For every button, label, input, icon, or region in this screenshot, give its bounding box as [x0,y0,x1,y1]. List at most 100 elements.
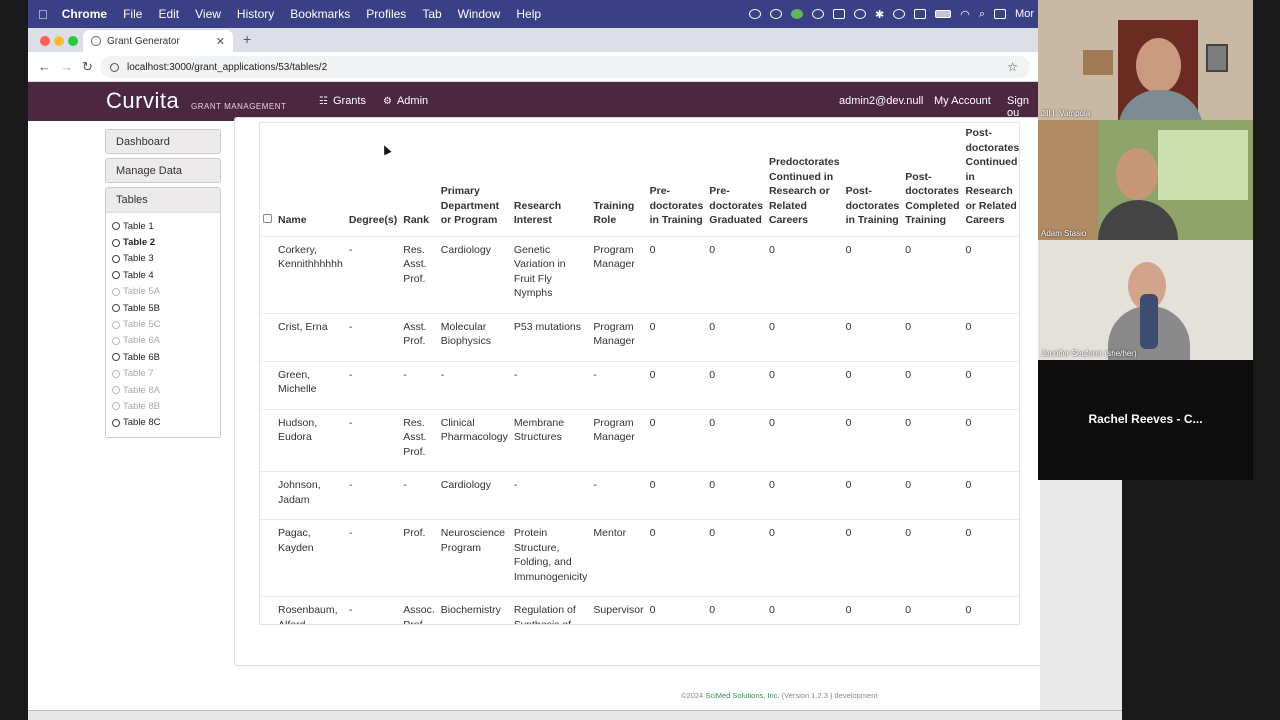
status-globe-icon[interactable] [812,9,825,19]
sidebar-table-item[interactable]: Table 3 [112,251,214,267]
sidebar-manage-data[interactable]: Manage Data [105,158,221,183]
browser-toolbar: ← → ↻ localhost:3000/grant_applications/… [28,52,1040,82]
table-cell: 0 [765,360,843,409]
nav-admin[interactable]: ⚙ Admin [383,95,428,107]
select-all-checkbox[interactable] [263,214,272,223]
table-cell: Molecular Biophysics [437,312,511,361]
reload-icon[interactable]: ↻ [82,59,93,75]
table-cell: - [400,471,438,520]
control-center-icon[interactable] [994,9,1007,19]
sidebar-table-item[interactable]: Table 4 [112,267,214,283]
table-cell: Crist, Erna [275,312,346,361]
user-icon[interactable] [893,9,906,19]
footer-company-link[interactable]: SciMed Solutions, Inc. [705,691,779,700]
sign-out-link[interactable]: Sign ou [1007,95,1040,119]
menu-app-name[interactable]: Chrome [62,7,107,21]
table-cell: 0 [902,596,963,624]
table-row[interactable]: Pagac, Kayden - Prof. Neuroscience Program P… [260,519,1019,597]
table-cell: Biochemistry [437,596,511,624]
menu-history[interactable]: History [237,7,274,21]
user-email-link[interactable]: admin2@dev.null [839,95,923,107]
column-header[interactable]: Primary Department or Program [438,123,511,236]
column-header[interactable]: Post-doctorates in Training [843,123,903,236]
video-tile-1: Jill I. Vampola [1038,0,1253,120]
table-cell: 0 [765,312,843,361]
table-cell: 0 [646,471,707,520]
table-row[interactable]: Crist, Erna - Asst. Prof. Molecular Biophys… [260,312,1019,361]
new-tab-icon[interactable]: + [243,31,251,47]
close-tab-icon[interactable]: ✕ [216,35,225,48]
forward-icon[interactable]: → [60,59,73,74]
column-header[interactable]: Pre-doctorates in Training [647,123,707,236]
display-icon[interactable] [914,9,927,19]
status-cursor-icon[interactable] [833,9,846,19]
menu-view[interactable]: View [195,7,221,21]
table-cell: Johnson, Jadam [275,471,346,520]
table-row[interactable]: Green, Michelle - - - - -0 0 0 0 0 0 [260,360,1019,409]
moon-icon[interactable] [854,9,867,19]
bookmark-star-icon[interactable]: ☆ [1007,60,1018,74]
footer-copyright: ©2024 [681,691,704,700]
sidebar-tables-header[interactable]: Tables [106,188,220,213]
sidebar-table-item[interactable]: Table 8C [112,415,214,431]
maximize-window-icon[interactable] [68,36,78,46]
table-row[interactable]: Rosenbaum, Alford - Assoc. Prof. Biochemist… [260,596,1019,624]
menu-file[interactable]: File [123,7,142,21]
battery-icon[interactable] [935,10,952,18]
site-info-icon[interactable] [110,62,119,72]
menu-tab[interactable]: Tab [422,7,441,21]
column-header[interactable]: Training Role [590,123,646,236]
sidebar-table-item[interactable]: Table 1 [112,218,214,234]
menu-help[interactable]: Help [516,7,541,21]
table-scroll-container[interactable]: Name Degree(s) Rank Primary Department or P… [259,122,1020,625]
wifi-icon[interactable]: ◠ [960,8,970,21]
sidebar-table-item[interactable]: Table 6B [112,349,214,365]
sidebar-table-label: Table 3 [123,253,154,265]
curvita-logo[interactable]: Curvita [106,88,179,114]
dock-edge [28,710,1122,720]
menu-bookmarks[interactable]: Bookmarks [290,7,350,21]
menu-window[interactable]: Window [458,7,501,21]
column-header[interactable]: Pre-doctorates Graduated [706,123,766,236]
list-icon: ☷ [319,95,328,107]
menu-profiles[interactable]: Profiles [366,7,406,21]
table-cell: 0 [902,360,963,409]
column-header[interactable]: Research Interest [511,123,591,236]
column-header[interactable]: Post-doctorates Completed Training [902,123,962,236]
status-app-icon[interactable] [770,9,783,19]
sidebar-table-label: Table 8C [123,417,161,429]
select-all-cell [260,123,275,236]
sidebar-table-item[interactable]: Table 2 [112,234,214,250]
sidebar-table-label: Table 6A [123,335,160,347]
address-bar[interactable]: localhost:3000/grant_applications/53/tab… [100,56,1030,78]
minimize-window-icon[interactable] [54,36,64,46]
video-bottle [1140,294,1158,349]
column-header[interactable]: Post-doctorates Continued in Research or… [963,123,1020,236]
status-green-icon[interactable] [791,9,804,19]
status-cloud-icon[interactable] [749,9,762,19]
sidebar-table-label: Table 6B [123,351,160,363]
back-icon[interactable]: ← [38,59,51,74]
sidebar-dashboard[interactable]: Dashboard [105,129,221,154]
column-header[interactable]: Rank [400,123,438,236]
spotlight-icon[interactable]: ⌕ [979,8,985,21]
browser-tab[interactable]: Grant Generator ✕ [83,30,233,52]
column-header[interactable]: Name [275,123,346,236]
table-cell: 0 [962,519,1019,597]
close-window-icon[interactable] [40,36,50,46]
table-row[interactable]: Johnson, Jadam - - Cardiology - -0 0 0 0 0 0 [260,471,1019,520]
column-header[interactable]: Predoctorates Continued in Research or R… [766,123,843,236]
sidebar-table-item[interactable]: Table 5B [112,300,214,316]
menu-edit[interactable]: Edit [158,7,179,21]
my-account-link[interactable]: My Account [934,95,991,107]
nav-grants[interactable]: ☷ Grants [319,95,366,107]
sidebar-table-item: Table 8A [112,382,214,398]
table-row[interactable]: Hudson, Eudora - Res. Asst. Prof. Clinical … [260,408,1019,472]
column-header[interactable]: Degree(s) [346,123,400,236]
table-row[interactable]: Corkery, Kennithhhhhh - Res. Asst. Prof. Ca… [260,235,1019,313]
bluetooth-icon[interactable]: ✱ [875,8,884,21]
table-cell: 0 [646,408,707,472]
apple-icon[interactable]:  [38,7,48,22]
participant-name-2: Adam Stasio [1041,229,1087,238]
table-header-row: Name Degree(s) Rank Primary Department or P… [260,123,1020,236]
